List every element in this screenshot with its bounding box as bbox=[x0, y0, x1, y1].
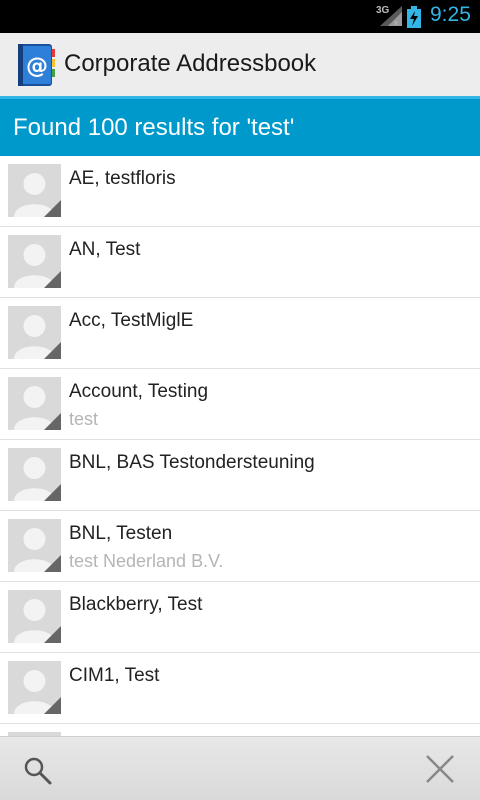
battery-charging-icon bbox=[407, 6, 421, 28]
svg-text:x: x bbox=[394, 19, 398, 26]
addressbook-at-icon[interactable]: @ bbox=[16, 43, 56, 87]
default-avatar-icon bbox=[8, 306, 61, 359]
default-avatar-icon bbox=[8, 164, 61, 217]
contact-subtitle: test bbox=[69, 409, 99, 429]
contact-list[interactable]: AE, testfloris AN, Test Acc, TestMiglE Acco… bbox=[0, 156, 480, 736]
default-avatar-icon bbox=[8, 661, 61, 714]
default-avatar-icon bbox=[8, 235, 61, 288]
results-count-text: Found 100 results for 'test' bbox=[13, 114, 295, 141]
signal-icon: x bbox=[380, 6, 402, 26]
action-bar: @ Corporate Addressbook bbox=[0, 33, 480, 96]
contact-row[interactable]: Blackberry, Test bbox=[0, 582, 480, 653]
contact-row[interactable]: Account, Testing test bbox=[0, 369, 480, 440]
contact-row[interactable]: Acc, TestMiglE bbox=[0, 298, 480, 369]
contact-row[interactable] bbox=[0, 724, 480, 736]
contact-name: BNL, Testen bbox=[69, 523, 173, 544]
contact-name: CIM1, Test bbox=[69, 665, 160, 686]
contact-subtitle: test Nederland B.V. bbox=[69, 551, 224, 571]
close-icon[interactable] bbox=[422, 751, 458, 787]
contact-row[interactable]: BNL, Testen test Nederland B.V. bbox=[0, 511, 480, 582]
default-avatar-icon bbox=[8, 519, 61, 572]
search-icon[interactable] bbox=[20, 753, 56, 789]
contact-name: AN, Test bbox=[69, 239, 141, 260]
status-bar: 3G x 9:25 bbox=[0, 0, 480, 33]
contact-name: Account, Testing bbox=[69, 381, 209, 402]
default-avatar-icon bbox=[8, 377, 61, 430]
status-time: 9:25 bbox=[430, 3, 471, 26]
contact-row[interactable]: AN, Test bbox=[0, 227, 480, 298]
default-avatar-icon bbox=[8, 448, 61, 501]
app-title: Corporate Addressbook bbox=[64, 50, 317, 77]
results-header: Found 100 results for 'test' bbox=[0, 96, 480, 156]
contact-name: Blackberry, Test bbox=[69, 594, 203, 615]
contact-name: BNL, BAS Testondersteuning bbox=[69, 452, 315, 473]
default-avatar-icon bbox=[8, 590, 61, 643]
contact-row[interactable]: AE, testfloris bbox=[0, 156, 480, 227]
svg-text:@: @ bbox=[26, 54, 48, 79]
contact-row[interactable]: BNL, BAS Testondersteuning bbox=[0, 440, 480, 511]
contact-name: AE, testfloris bbox=[69, 168, 176, 189]
contact-row[interactable]: CIM1, Test bbox=[0, 653, 480, 724]
contact-name: Acc, TestMiglE bbox=[69, 310, 194, 331]
bottom-action-bar bbox=[0, 736, 480, 800]
